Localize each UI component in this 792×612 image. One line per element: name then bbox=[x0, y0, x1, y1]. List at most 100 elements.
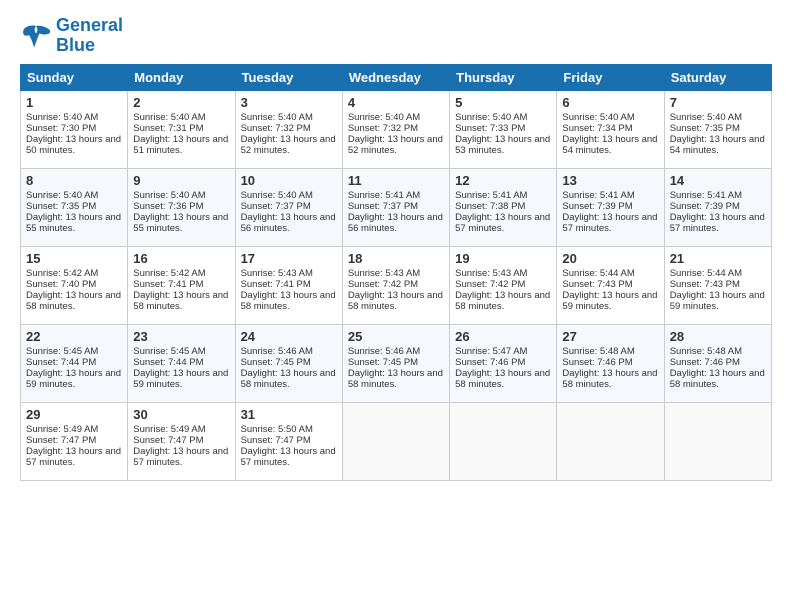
daylight-text: Daylight: 13 hours and 51 minutes. bbox=[133, 134, 228, 156]
day-number: 23 bbox=[133, 329, 229, 344]
sunrise-text: Sunrise: 5:41 AM bbox=[670, 190, 742, 201]
sunrise-text: Sunrise: 5:40 AM bbox=[241, 190, 313, 201]
sunrise-text: Sunrise: 5:43 AM bbox=[348, 268, 420, 279]
sunrise-text: Sunrise: 5:49 AM bbox=[133, 424, 205, 435]
sunrise-text: Sunrise: 5:46 AM bbox=[348, 346, 420, 357]
day-number: 19 bbox=[455, 251, 551, 266]
sunset-text: Sunset: 7:39 PM bbox=[562, 201, 632, 212]
calendar-cell-27: 27Sunrise: 5:48 AMSunset: 7:46 PMDayligh… bbox=[557, 324, 664, 402]
sunset-text: Sunset: 7:41 PM bbox=[133, 279, 203, 290]
day-number: 13 bbox=[562, 173, 658, 188]
calendar-cell-31: 31Sunrise: 5:50 AMSunset: 7:47 PMDayligh… bbox=[235, 402, 342, 480]
day-number: 24 bbox=[241, 329, 337, 344]
calendar-cell-12: 12Sunrise: 5:41 AMSunset: 7:38 PMDayligh… bbox=[450, 168, 557, 246]
calendar-cell-8: 8Sunrise: 5:40 AMSunset: 7:35 PMDaylight… bbox=[21, 168, 128, 246]
calendar-header-row: SundayMondayTuesdayWednesdayThursdayFrid… bbox=[21, 64, 772, 90]
logo-text2: Blue bbox=[56, 36, 123, 56]
sunset-text: Sunset: 7:47 PM bbox=[241, 435, 311, 446]
sunset-text: Sunset: 7:46 PM bbox=[562, 357, 632, 368]
day-number: 14 bbox=[670, 173, 766, 188]
col-header-friday: Friday bbox=[557, 64, 664, 90]
daylight-text: Daylight: 13 hours and 58 minutes. bbox=[455, 368, 550, 390]
calendar-cell-1: 1Sunrise: 5:40 AMSunset: 7:30 PMDaylight… bbox=[21, 90, 128, 168]
sunset-text: Sunset: 7:45 PM bbox=[348, 357, 418, 368]
calendar-cell-28: 28Sunrise: 5:48 AMSunset: 7:46 PMDayligh… bbox=[664, 324, 771, 402]
sunset-text: Sunset: 7:42 PM bbox=[455, 279, 525, 290]
sunrise-text: Sunrise: 5:40 AM bbox=[348, 112, 420, 123]
sunset-text: Sunset: 7:38 PM bbox=[455, 201, 525, 212]
sunset-text: Sunset: 7:37 PM bbox=[241, 201, 311, 212]
week-row-5: 29Sunrise: 5:49 AMSunset: 7:47 PMDayligh… bbox=[21, 402, 772, 480]
day-number: 7 bbox=[670, 95, 766, 110]
col-header-tuesday: Tuesday bbox=[235, 64, 342, 90]
sunrise-text: Sunrise: 5:40 AM bbox=[26, 112, 98, 123]
daylight-text: Daylight: 13 hours and 57 minutes. bbox=[670, 212, 765, 234]
calendar-table: SundayMondayTuesdayWednesdayThursdayFrid… bbox=[20, 64, 772, 481]
calendar-cell-2: 2Sunrise: 5:40 AMSunset: 7:31 PMDaylight… bbox=[128, 90, 235, 168]
day-number: 18 bbox=[348, 251, 444, 266]
day-number: 3 bbox=[241, 95, 337, 110]
sunset-text: Sunset: 7:35 PM bbox=[26, 201, 96, 212]
calendar-cell-23: 23Sunrise: 5:45 AMSunset: 7:44 PMDayligh… bbox=[128, 324, 235, 402]
sunrise-text: Sunrise: 5:40 AM bbox=[133, 190, 205, 201]
daylight-text: Daylight: 13 hours and 58 minutes. bbox=[455, 290, 550, 312]
sunset-text: Sunset: 7:36 PM bbox=[133, 201, 203, 212]
sunset-text: Sunset: 7:43 PM bbox=[670, 279, 740, 290]
sunrise-text: Sunrise: 5:50 AM bbox=[241, 424, 313, 435]
sunset-text: Sunset: 7:44 PM bbox=[133, 357, 203, 368]
daylight-text: Daylight: 13 hours and 56 minutes. bbox=[348, 212, 443, 234]
calendar-cell-29: 29Sunrise: 5:49 AMSunset: 7:47 PMDayligh… bbox=[21, 402, 128, 480]
sunset-text: Sunset: 7:33 PM bbox=[455, 123, 525, 134]
sunrise-text: Sunrise: 5:41 AM bbox=[562, 190, 634, 201]
sunrise-text: Sunrise: 5:40 AM bbox=[455, 112, 527, 123]
sunrise-text: Sunrise: 5:40 AM bbox=[562, 112, 634, 123]
logo: General Blue bbox=[20, 16, 123, 56]
daylight-text: Daylight: 13 hours and 57 minutes. bbox=[455, 212, 550, 234]
daylight-text: Daylight: 13 hours and 55 minutes. bbox=[26, 212, 121, 234]
sunrise-text: Sunrise: 5:41 AM bbox=[348, 190, 420, 201]
col-header-wednesday: Wednesday bbox=[342, 64, 449, 90]
daylight-text: Daylight: 13 hours and 59 minutes. bbox=[562, 290, 657, 312]
day-number: 6 bbox=[562, 95, 658, 110]
day-number: 29 bbox=[26, 407, 122, 422]
daylight-text: Daylight: 13 hours and 58 minutes. bbox=[133, 290, 228, 312]
sunrise-text: Sunrise: 5:47 AM bbox=[455, 346, 527, 357]
sunset-text: Sunset: 7:43 PM bbox=[562, 279, 632, 290]
daylight-text: Daylight: 13 hours and 58 minutes. bbox=[348, 290, 443, 312]
calendar-cell-empty bbox=[557, 402, 664, 480]
calendar-cell-11: 11Sunrise: 5:41 AMSunset: 7:37 PMDayligh… bbox=[342, 168, 449, 246]
calendar-cell-18: 18Sunrise: 5:43 AMSunset: 7:42 PMDayligh… bbox=[342, 246, 449, 324]
day-number: 27 bbox=[562, 329, 658, 344]
daylight-text: Daylight: 13 hours and 52 minutes. bbox=[241, 134, 336, 156]
sunset-text: Sunset: 7:47 PM bbox=[133, 435, 203, 446]
week-row-3: 15 Sunrise: 5:42 AMSunset: 7:40 PM Dayligh… bbox=[21, 246, 772, 324]
sunset-text: Sunset: 7:32 PM bbox=[348, 123, 418, 134]
daylight-text: Daylight: 13 hours and 59 minutes. bbox=[670, 290, 765, 312]
sunset-text: Sunset: 7:35 PM bbox=[670, 123, 740, 134]
sunrise-text: Sunrise: 5:40 AM bbox=[133, 112, 205, 123]
calendar-cell-4: 4Sunrise: 5:40 AMSunset: 7:32 PMDaylight… bbox=[342, 90, 449, 168]
sunset-text: Sunset: 7:34 PM bbox=[562, 123, 632, 134]
calendar-cell-26: 26Sunrise: 5:47 AMSunset: 7:46 PMDayligh… bbox=[450, 324, 557, 402]
day-number: 16 bbox=[133, 251, 229, 266]
sunrise-text: Sunrise: 5:40 AM bbox=[26, 190, 98, 201]
day-number: 15 bbox=[26, 251, 122, 266]
daylight-text: Daylight: 13 hours and 59 minutes. bbox=[26, 368, 121, 390]
daylight-text: Daylight: 13 hours and 58 minutes. bbox=[562, 368, 657, 390]
day-number: 30 bbox=[133, 407, 229, 422]
daylight-text: Daylight: 13 hours and 58 minutes. bbox=[241, 290, 336, 312]
daylight-text: Daylight: 13 hours and 58 minutes. bbox=[241, 368, 336, 390]
calendar-cell-6: 6Sunrise: 5:40 AMSunset: 7:34 PMDaylight… bbox=[557, 90, 664, 168]
sunset-text: Sunset: 7:40 PM bbox=[26, 279, 96, 290]
calendar-cell-15: 15Sunrise: 5:42 AMSunset: 7:40 PMDayligh… bbox=[21, 246, 128, 324]
calendar-cell-24: 24Sunrise: 5:46 AMSunset: 7:45 PMDayligh… bbox=[235, 324, 342, 402]
week-row-4: 22Sunrise: 5:45 AMSunset: 7:44 PMDayligh… bbox=[21, 324, 772, 402]
sunset-text: Sunset: 7:41 PM bbox=[241, 279, 311, 290]
calendar-cell-empty bbox=[450, 402, 557, 480]
daylight-text: Daylight: 13 hours and 54 minutes. bbox=[670, 134, 765, 156]
calendar-cell-20: 20Sunrise: 5:44 AMSunset: 7:43 PMDayligh… bbox=[557, 246, 664, 324]
calendar-cell-9: 9Sunrise: 5:40 AMSunset: 7:36 PMDaylight… bbox=[128, 168, 235, 246]
daylight-text: Daylight: 13 hours and 59 minutes. bbox=[133, 368, 228, 390]
sunrise-text: Sunrise: 5:42 AM bbox=[26, 268, 98, 279]
sunset-text: Sunset: 7:37 PM bbox=[348, 201, 418, 212]
